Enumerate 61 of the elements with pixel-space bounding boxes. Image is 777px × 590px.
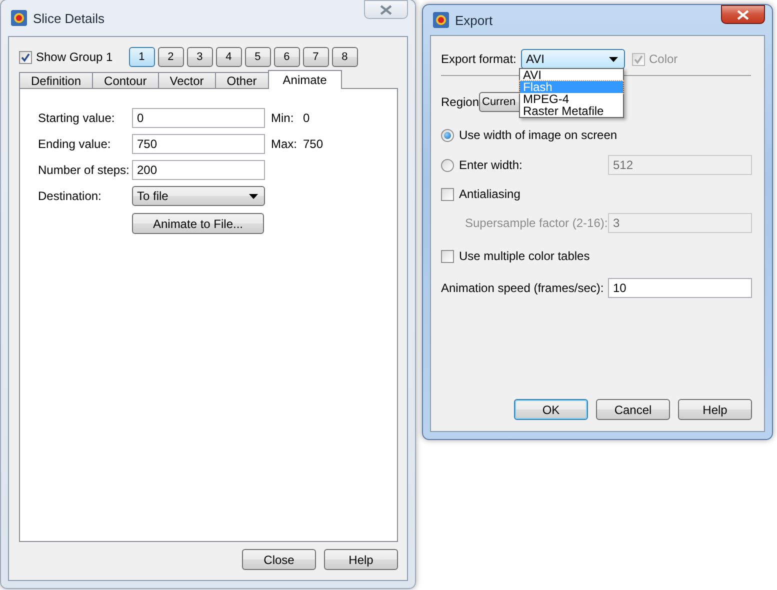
dialog-button[interactable]: OK [514,399,588,420]
check-icon [21,52,30,62]
field-label: Supersample factor (2-16): [464,216,608,230]
tab[interactable]: Contour [92,72,159,89]
checkbox-label: Show Group 1 [36,50,113,64]
group-button[interactable]: 1 [128,47,155,67]
checkbox-label: Use multiple color tables [458,249,590,263]
group-button[interactable]: 4 [216,47,242,67]
dropdown-option[interactable]: AVI [520,69,623,81]
dialog-button[interactable]: Help [324,549,398,570]
dialog-button[interactable]: Help [678,399,752,420]
app-icon [433,12,449,28]
animate-button[interactable]: Animate to File... [132,213,264,234]
radio-button[interactable] [441,128,454,142]
group-button[interactable]: 7 [302,47,329,67]
caret-icon [249,194,258,198]
radio-label: Enter width: [458,158,524,172]
field-label: Ending value: [38,137,112,151]
range-label: Max: [270,137,298,151]
tab[interactable]: Other [214,72,269,89]
checkbox[interactable] [19,50,32,64]
checkbox[interactable] [441,250,454,262]
window-title: Slice Details [33,10,105,26]
group-button[interactable]: 5 [244,47,271,67]
dropdown-option[interactable]: Raster Metafile [520,105,623,117]
group-button[interactable]: 3 [186,47,213,67]
field-label: Region [441,95,479,109]
destination-dropdown[interactable]: To file [132,186,265,206]
range-value: 0 [303,111,310,125]
app-icon [11,10,27,26]
input-field[interactable]: 10 [608,278,752,298]
input-field[interactable]: 200 [132,160,265,180]
dialog-button[interactable]: Cancel [596,399,670,420]
close-icon [737,10,749,20]
checkbox[interactable] [441,188,454,200]
dialog-button[interactable]: Close [242,549,316,570]
tab[interactable]: Vector [158,72,216,89]
tab[interactable]: Definition [19,72,94,89]
checkbox-label: Color [648,52,678,66]
range-value: 750 [303,137,324,151]
close-icon [380,4,392,14]
group-button[interactable]: 2 [158,47,184,67]
checkbox-label: Antialiasing [458,187,520,201]
field-label: Starting value: [38,111,116,125]
window-title: Export [455,12,493,28]
input-field[interactable]: 750 [132,134,265,154]
radio-label: Use width of image on screen [458,128,618,142]
group-button[interactable]: 6 [274,47,300,67]
check-icon [634,54,643,64]
field-label: Animation speed (frames/sec): [441,281,605,295]
close-button[interactable] [721,5,765,24]
field-label: Number of steps: [38,163,130,177]
tab[interactable]: Animate [268,70,342,89]
input-field[interactable]: 0 [132,108,265,128]
dropdown-option[interactable]: MPEG-4 [520,93,623,105]
format-dropdown[interactable]: AVI [521,49,625,69]
caret-icon [609,56,618,62]
range-label: Min: [270,111,295,125]
field-label: Destination: [38,189,102,203]
field-label: Export format: [441,52,518,66]
group-button[interactable]: 8 [332,47,358,67]
